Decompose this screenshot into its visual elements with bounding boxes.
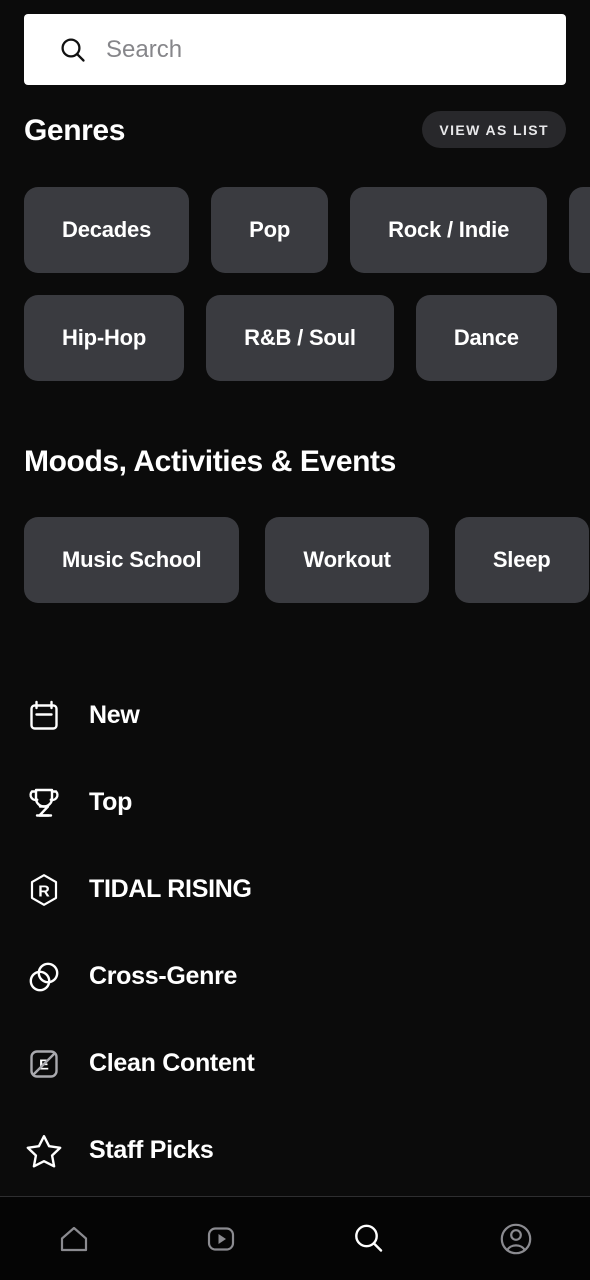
browse-list: New Top R TIDAL RISING Cross-Genre Clean… (0, 672, 590, 1194)
list-item-new[interactable]: New (0, 672, 590, 759)
list-item-label: Staff Picks (89, 1136, 214, 1164)
nav-item-videos[interactable] (148, 1197, 296, 1280)
list-item-top[interactable]: Top (0, 759, 590, 846)
list-item-label: Clean Content (89, 1049, 255, 1077)
search-input[interactable] (106, 29, 506, 70)
nav-item-home[interactable] (0, 1197, 148, 1280)
chip-rnb-soul[interactable]: R&B / Soul (206, 295, 394, 381)
home-icon (54, 1219, 94, 1259)
chip-decades[interactable]: Decades (24, 187, 190, 273)
hexagon-r-icon: R (24, 870, 64, 910)
chip-pop[interactable]: Pop (211, 187, 329, 273)
profile-icon (496, 1219, 536, 1259)
list-item-label: Cross-Genre (89, 962, 238, 990)
search-icon (348, 1218, 390, 1260)
list-item-label: New (89, 701, 140, 729)
svg-text:R: R (38, 883, 50, 900)
search-icon (58, 35, 88, 65)
chip-sleep[interactable]: Sleep (454, 517, 589, 603)
view-as-list-button[interactable]: VIEW AS LIST (422, 111, 566, 148)
list-item-label: TIDAL RISING (89, 875, 252, 903)
explicit-off-icon: E (24, 1044, 64, 1084)
list-item-clean-content[interactable]: E Clean Content (0, 1020, 590, 1107)
trophy-icon (24, 783, 64, 823)
chip-dance[interactable]: Dance (415, 295, 557, 381)
genres-section-header: Genres (24, 114, 125, 148)
moods-section-header: Moods, Activities & Events (24, 445, 396, 479)
genre-chip-row-1[interactable]: Decades Pop Rock / Indie Country (24, 187, 590, 273)
list-item-tidal-rising[interactable]: R TIDAL RISING (0, 846, 590, 933)
mood-chip-row-1[interactable]: Music School Workout Sleep (24, 517, 589, 603)
page-title: Genres (24, 114, 125, 147)
list-item-label: Top (89, 788, 133, 816)
video-icon (201, 1219, 241, 1259)
chip-music-school[interactable]: Music School (24, 517, 240, 603)
chip-rock-indie[interactable]: Rock / Indie (350, 187, 548, 273)
genre-chip-row-2[interactable]: Hip-Hop R&B / Soul Dance (24, 295, 557, 381)
star-icon (24, 1131, 64, 1171)
list-item-staff-picks[interactable]: Staff Picks (0, 1107, 590, 1194)
nav-item-profile[interactable] (443, 1197, 590, 1280)
moods-title: Moods, Activities & Events (24, 445, 396, 478)
chip-hip-hop[interactable]: Hip-Hop (24, 295, 185, 381)
calendar-icon (24, 696, 64, 736)
chip-country[interactable]: Country (569, 187, 590, 273)
chip-workout[interactable]: Workout (265, 517, 429, 603)
bottom-navigation-bar (0, 1196, 590, 1280)
list-item-cross-genre[interactable]: Cross-Genre (0, 933, 590, 1020)
scroll-page[interactable]: Genres VIEW AS LIST Decades Pop Rock / I… (0, 0, 590, 1196)
nav-item-search[interactable] (295, 1197, 443, 1280)
overlapping-circles-icon (24, 957, 64, 997)
search-bar[interactable] (24, 14, 566, 85)
